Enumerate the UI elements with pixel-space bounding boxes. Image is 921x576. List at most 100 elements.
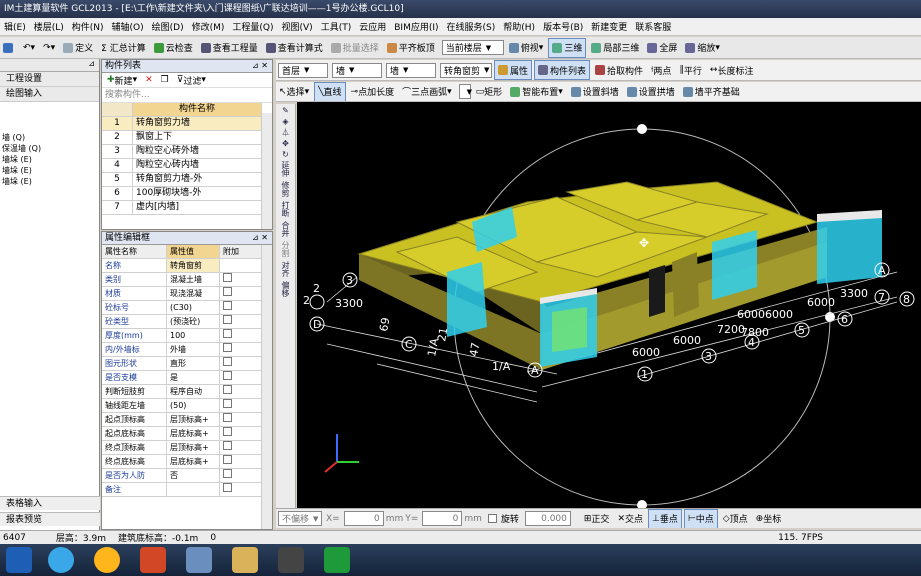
pick-component-button[interactable]: 拾取构件 — [592, 61, 646, 79]
property-row[interactable]: 砼标号 (C30) — [102, 300, 262, 315]
split-tool[interactable]: 分割 — [276, 241, 295, 259]
two-point-button[interactable]: ⟊ 两点 — [648, 61, 674, 79]
batch-select-button[interactable]: 批量选择 — [328, 39, 382, 57]
flat-panel-button[interactable]: 平齐板顶 — [384, 39, 438, 57]
select-button[interactable]: ↖ 选择 ▾ — [276, 83, 312, 101]
cloud-check-button[interactable]: 云检查 — [151, 39, 196, 57]
menu-component[interactable]: 构件(N) — [68, 20, 108, 33]
x-input[interactable]: 0 — [343, 511, 384, 526]
property-row[interactable]: 起点顶标高 层顶标高+ — [102, 412, 262, 427]
property-value[interactable]: 层底标高+ — [166, 454, 220, 469]
property-value[interactable]: 层底标高+ — [166, 426, 220, 441]
property-row[interactable]: 图元形状 直形 — [102, 356, 262, 371]
table-row[interactable]: 5 转角窗剪力墙-外 — [102, 172, 262, 187]
menu-version[interactable]: 版本号(B) — [539, 20, 587, 33]
pin-icon[interactable]: ⊿ — [88, 59, 95, 68]
plan-view-button[interactable]: 俯视 ▾ — [506, 39, 547, 57]
perpendicular-snap-button[interactable]: ⊥ 垂点 — [648, 509, 682, 528]
orbit-handle[interactable] — [637, 500, 647, 508]
set-arch-wall-button[interactable]: 设置拱墙 — [624, 83, 678, 101]
wall-flush-foundation-button[interactable]: 墙平齐基础 — [680, 83, 743, 101]
property-value[interactable] — [166, 482, 220, 497]
checkbox[interactable] — [223, 273, 232, 282]
property-row[interactable]: 判断短肢剪 程序自动 — [102, 384, 262, 399]
rotate-icon[interactable]: ↻ — [276, 150, 295, 159]
property-value[interactable]: 否 — [166, 468, 220, 483]
set-slope-wall-button[interactable]: 设置斜墙 — [568, 83, 622, 101]
align-tool[interactable]: 对齐 — [276, 261, 295, 279]
tree-item[interactable]: 墙垛 (E) — [2, 154, 99, 165]
menu-axis[interactable]: 辅轴(O) — [108, 20, 148, 33]
menu-modify[interactable]: 修改(M) — [188, 20, 229, 33]
component-select[interactable]: 转角窗剪 ▼ — [440, 62, 492, 78]
menu-draw[interactable]: 绘图(D) — [148, 20, 188, 33]
midpoint-snap-button[interactable]: ⊢ 中点 — [683, 509, 718, 528]
component-list-scrollbar[interactable] — [261, 113, 272, 229]
checkbox[interactable] — [223, 469, 232, 478]
property-value[interactable]: 转角窗剪 — [166, 258, 220, 273]
menu-cloud[interactable]: 云应用 — [355, 20, 390, 33]
media-icon[interactable] — [94, 547, 120, 573]
checkbox[interactable] — [223, 357, 232, 366]
checkbox[interactable] — [223, 427, 232, 436]
property-value[interactable]: (50) — [166, 398, 220, 413]
menu-floor[interactable]: 楼层(L) — [30, 20, 68, 33]
y-input[interactable]: 0 — [422, 511, 463, 526]
pin-icon[interactable]: ⊿ ✕ — [252, 232, 268, 244]
redo-button[interactable]: ↷▾ — [40, 39, 58, 57]
property-row[interactable]: 终点顶标高 层顶标高+ — [102, 440, 262, 455]
property-value[interactable]: 层顶标高+ — [166, 412, 220, 427]
vertex-snap-button[interactable]: ◇ 顶点 — [720, 510, 751, 528]
subtype-select[interactable]: 墙 ▼ — [386, 62, 436, 78]
property-row[interactable]: 起点底标高 层底标高+ — [102, 426, 262, 441]
tree-item[interactable]: 墙垛 (E) — [2, 176, 99, 187]
property-value[interactable]: 层顶标高+ — [166, 440, 220, 455]
menu-bim[interactable]: BIM应用(I) — [390, 20, 442, 33]
property-value[interactable]: 程序自动 — [166, 384, 220, 399]
property-row[interactable]: 是否支模是 — [102, 370, 262, 385]
view-3d-button[interactable]: 三维 — [548, 37, 587, 58]
properties-button[interactable]: 属性 — [494, 60, 533, 80]
layer-icon[interactable]: ◈ — [276, 117, 295, 126]
view-formula-button[interactable]: 查看计算式 — [263, 39, 326, 57]
smart-layout-button[interactable]: 智能布置 ▾ — [507, 83, 566, 101]
property-row[interactable]: 砼类型 (预浇砼) — [102, 314, 262, 329]
property-row[interactable]: 轴线距左墙 (50) — [102, 398, 262, 413]
current-floor-select[interactable]: 当前楼层 ▼ — [441, 40, 504, 55]
checkbox[interactable] — [223, 315, 232, 324]
component-list-button[interactable]: 构件列表 — [534, 60, 591, 80]
save-button[interactable] — [0, 39, 18, 57]
view-quantity-button[interactable]: 查看工程量 — [198, 39, 261, 57]
property-value[interactable]: 100 — [166, 328, 220, 343]
ie-browser-icon[interactable] — [48, 547, 74, 573]
cad-icon[interactable] — [186, 547, 212, 573]
tree-item[interactable]: 保温墙 (Q) — [2, 143, 99, 154]
three-point-arc-button[interactable]: ⌒ 三点画弧 ▾ — [399, 83, 455, 101]
checkbox[interactable] — [223, 441, 232, 450]
cross-snap-button[interactable]: ✕ 交点 — [614, 510, 646, 528]
offset-select[interactable]: 不偏移 ▼ — [278, 511, 322, 526]
component-search-input[interactable]: 搜索构件... — [102, 88, 272, 103]
pen-icon[interactable]: ✎ — [276, 106, 295, 115]
point-length-button[interactable]: ⊸ 点加长度 — [348, 83, 398, 101]
property-row[interactable]: 类别 混凝土墙 — [102, 272, 262, 287]
property-row[interactable]: 是否为人防否 — [102, 468, 262, 483]
checkbox[interactable] — [223, 371, 232, 380]
property-value[interactable]: (预浇砼) — [166, 314, 220, 329]
menu-quantity[interactable]: 工程量(Q) — [228, 20, 277, 33]
property-row[interactable]: 名称 转角窗剪 — [102, 258, 262, 273]
checkbox[interactable] — [223, 385, 232, 394]
checkbox[interactable] — [223, 329, 232, 338]
nav-report-preview[interactable]: 报表预览 — [0, 512, 100, 526]
powerpoint-icon[interactable] — [140, 547, 166, 573]
zoom-button[interactable]: 缩放 ▾ — [682, 39, 723, 57]
undo-button[interactable]: ↶▾ — [20, 39, 38, 57]
arc-mode-select[interactable]: ▼ — [458, 84, 472, 99]
property-value[interactable]: 直形 — [166, 356, 220, 371]
menu-contact[interactable]: 联系客服 — [631, 20, 675, 33]
property-row[interactable]: 厚度(mm) 100 — [102, 328, 262, 343]
checkbox[interactable] — [223, 343, 232, 352]
fullscreen-button[interactable]: 全屏 — [644, 39, 680, 57]
property-row[interactable]: 备注 — [102, 482, 262, 497]
property-row[interactable]: 终点底标高 层底标高+ — [102, 454, 262, 469]
